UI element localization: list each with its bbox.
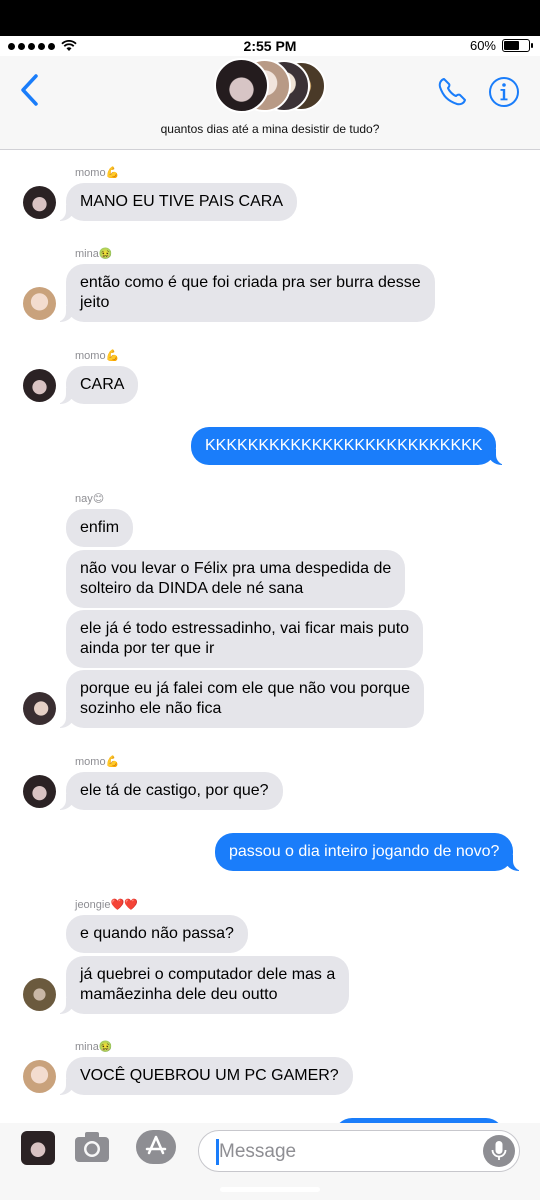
message-bubble-outgoing[interactable]: KKKKKKKKKKKKKKKKKKKKKKKKKK [191,427,507,465]
memoji-app-icon[interactable] [21,1131,55,1165]
avatar[interactable] [23,1060,56,1093]
avatar[interactable] [23,775,56,808]
avatar[interactable] [23,287,56,320]
messages-screen: 2:55 PM 60% quantos dias até a mina desi… [0,36,540,1200]
message-bubble[interactable]: VOCÊ QUEBROU UM PC GAMER? [56,1057,353,1095]
battery-percent: 60% [469,38,496,53]
group-avatar-stack[interactable] [214,58,329,114]
microphone-icon[interactable] [483,1135,515,1167]
sender-name: momo💪 [75,756,120,768]
avatar[interactable] [23,369,56,402]
avatar[interactable] [23,186,56,219]
message-bubble[interactable]: ele tá de castigo, por que? [56,772,283,810]
sender-name: mina🤢 [75,1041,113,1053]
message-bubble[interactable]: MANO EU TIVE PAIS CARA [55,183,298,221]
conversation-header: quantos dias até a mina desistir de tudo… [0,56,540,150]
message-bubble[interactable]: enfim [66,509,134,547]
sender-name: jeongie❤️❤️ [75,899,138,911]
app-store-icon[interactable] [135,1129,177,1165]
sender-name: momo💪 [75,167,120,179]
group-title[interactable]: quantos dias até a mina desistir de tudo… [0,122,540,136]
message-bubble-outgoing[interactable]: passou o dia inteiro jogando de novo? [215,833,524,871]
home-indicator[interactable] [220,1187,320,1192]
sender-name: nay😊 [75,493,105,505]
avatar[interactable] [23,978,56,1011]
message-input[interactable]: Message [198,1130,520,1172]
info-icon[interactable] [488,76,520,108]
phone-icon[interactable] [436,76,468,108]
message-bubble[interactable]: ele já é todo estressadinho, vai ficar m… [66,610,424,668]
message-bubble[interactable]: já quebrei o computador dele mas a mamãez… [55,956,350,1014]
battery-icon [502,39,533,52]
message-bubble[interactable]: CARA [55,366,139,404]
message-bubble[interactable]: e quando não passa? [66,915,248,953]
status-time: 2:55 PM [243,38,297,54]
message-bubble[interactable]: então como é que foi criada pra ser burr… [56,264,435,322]
camera-icon[interactable] [74,1131,110,1163]
back-chevron-icon[interactable] [18,72,42,108]
status-bar: 2:55 PM 60% [0,36,540,56]
message-bubble[interactable]: porque eu já falei com ele que não vou p… [55,670,425,728]
message-bubble[interactable]: não vou levar o Félix pra uma despedida … [66,550,406,608]
sender-name: momo💪 [75,350,120,362]
message-placeholder: Message [219,1141,297,1162]
sender-name: mina🤢 [75,248,113,260]
avatar[interactable] [23,692,56,725]
message-list[interactable]: momo💪 MANO EU TIVE PAIS CARA mina🤢 então… [0,151,540,1123]
